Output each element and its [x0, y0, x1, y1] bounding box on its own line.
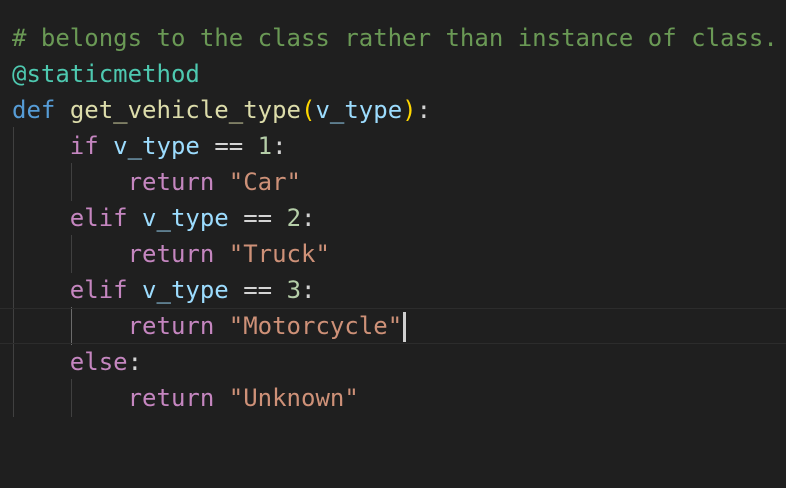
string-literal: "Unknown"	[228, 384, 359, 412]
code-line-decorator[interactable]: @staticmethod	[0, 56, 786, 92]
code-line-elif[interactable]: elif v_type == 2:	[0, 200, 786, 236]
colon: :	[272, 132, 287, 160]
colon: :	[301, 276, 316, 304]
return-keyword: return	[127, 168, 215, 196]
function-name: get_vehicle_type	[69, 96, 301, 124]
colon: :	[416, 96, 432, 124]
variable-name: v_type	[142, 276, 229, 304]
code-line-comment[interactable]: # belongs to the class rather than insta…	[0, 20, 786, 56]
elif-keyword: elif	[69, 204, 128, 232]
comment-text: # belongs to the class rather than insta…	[12, 24, 778, 52]
code-line-if[interactable]: if v_type == 1:	[0, 128, 786, 164]
equals-operator: ==	[243, 204, 273, 232]
return-keyword: return	[127, 240, 215, 268]
number-literal: 2	[286, 204, 302, 232]
return-keyword: return	[127, 384, 215, 412]
colon: :	[127, 348, 143, 376]
elif-keyword: elif	[69, 276, 128, 304]
string-literal: "Truck"	[228, 240, 330, 268]
code-line-return[interactable]: return "Unknown"	[0, 380, 786, 416]
def-keyword: def	[12, 96, 56, 124]
string-literal: "Car"	[228, 168, 301, 196]
string-literal: "Motorcycle"	[228, 312, 403, 340]
code-line-current[interactable]: return "Motorcycle"	[0, 308, 786, 344]
text-cursor	[403, 312, 407, 342]
else-keyword: else	[69, 348, 128, 376]
code-line-def[interactable]: def get_vehicle_type(v_type):	[0, 92, 786, 128]
variable-name: v_type	[142, 204, 229, 232]
code-line-return[interactable]: return "Car"	[0, 164, 786, 200]
param-name: v_type	[315, 96, 403, 124]
number-literal: 1	[257, 132, 273, 160]
equals-operator: ==	[214, 132, 244, 160]
number-literal: 3	[286, 276, 302, 304]
code-line-return[interactable]: return "Truck"	[0, 236, 786, 272]
colon: :	[301, 204, 316, 232]
variable-name: v_type	[113, 132, 200, 160]
decorator-token: @staticmethod	[12, 60, 200, 88]
code-line-elif[interactable]: elif v_type == 3:	[0, 272, 786, 308]
code-line-else[interactable]: else:	[0, 344, 786, 380]
if-keyword: if	[69, 132, 99, 160]
open-paren: (	[301, 96, 316, 124]
close-paren: )	[402, 96, 417, 124]
code-editor[interactable]: # belongs to the class rather than insta…	[0, 0, 786, 448]
return-keyword: return	[127, 312, 215, 340]
equals-operator: ==	[243, 276, 273, 304]
